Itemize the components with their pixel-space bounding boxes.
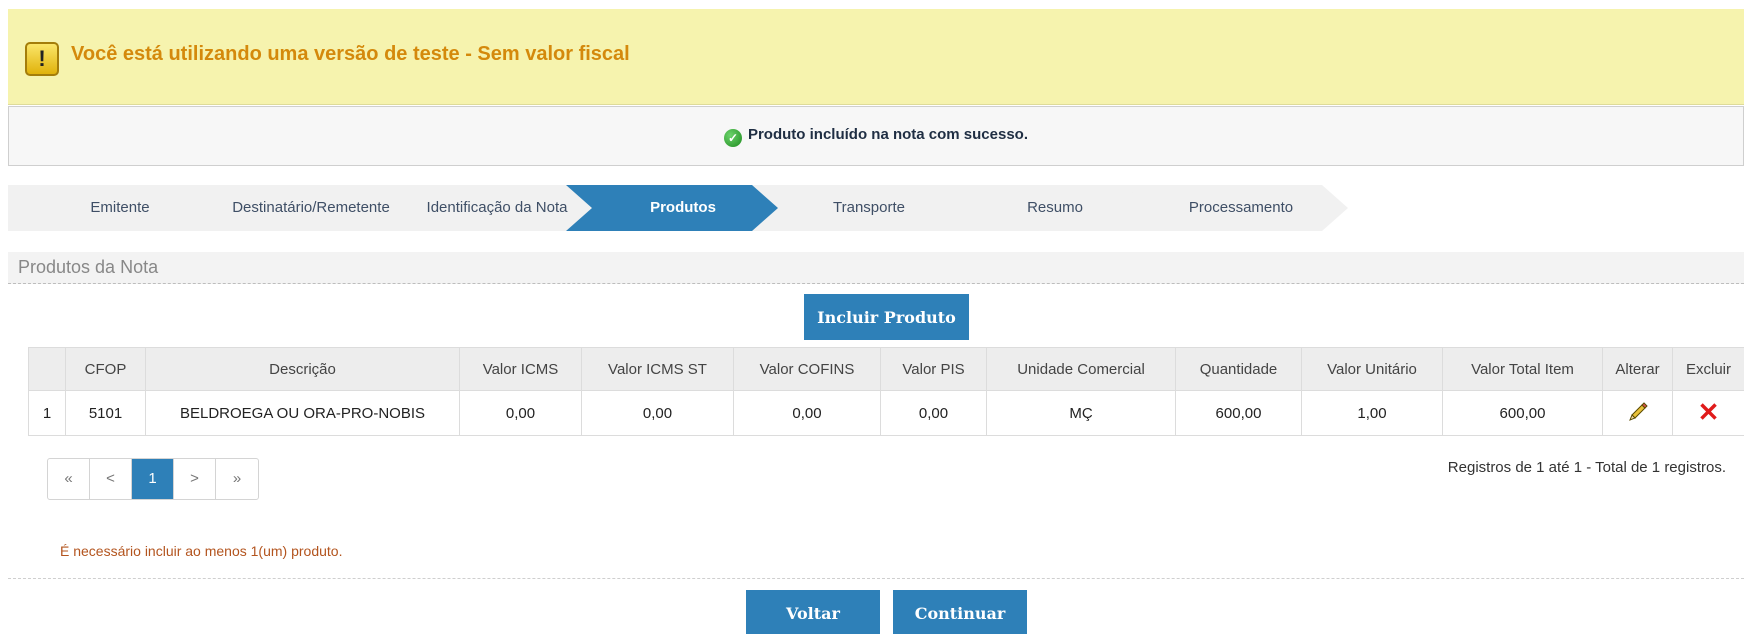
success-notification: ✓ Produto incluído na nota com sucesso. xyxy=(8,106,1744,166)
incluir-produto-button[interactable]: Incluir Produto xyxy=(804,294,969,340)
header-unidade-comercial: Unidade Comercial xyxy=(987,348,1176,391)
header-cfop: CFOP xyxy=(66,348,146,391)
cell-valor-cofins: 0,00 xyxy=(734,391,881,436)
table-row: 1 5101 BELDROEGA OU ORA-PRO-NOBIS 0,00 0… xyxy=(29,391,1744,436)
pagination-current[interactable]: 1 xyxy=(132,459,174,499)
header-valor-cofins: Valor COFINS xyxy=(734,348,881,391)
check-circle-icon: ✓ xyxy=(724,129,742,147)
exclamation-icon: ! xyxy=(25,42,59,76)
cell-unidade: MÇ xyxy=(987,391,1176,436)
cell-index: 1 xyxy=(29,391,66,436)
cell-valor-unitario: 1,00 xyxy=(1302,391,1443,436)
pagination-first[interactable]: « xyxy=(48,459,90,499)
cell-quantidade: 600,00 xyxy=(1176,391,1302,436)
wizard-steps: Emitente Destinatário/Remetente Identifi… xyxy=(8,185,1488,231)
cell-valor-pis: 0,00 xyxy=(881,391,987,436)
table-header-row: CFOP Descrição Valor ICMS Valor ICMS ST … xyxy=(29,348,1744,391)
records-info: Registros de 1 até 1 - Total de 1 regist… xyxy=(1448,459,1726,476)
cell-valor-total: 600,00 xyxy=(1443,391,1603,436)
step-destinatario[interactable]: Destinatário/Remetente xyxy=(194,185,418,231)
cell-valor-icms-st: 0,00 xyxy=(582,391,734,436)
divider xyxy=(8,578,1744,579)
header-valor-icms-st: Valor ICMS ST xyxy=(582,348,734,391)
header-valor-total-item: Valor Total Item xyxy=(1443,348,1603,391)
header-quantidade: Quantidade xyxy=(1176,348,1302,391)
header-excluir: Excluir xyxy=(1673,348,1744,391)
header-valor-pis: Valor PIS xyxy=(881,348,987,391)
step-identificacao[interactable]: Identificação da Nota xyxy=(380,185,604,231)
step-emitente[interactable]: Emitente xyxy=(8,185,232,231)
header-descricao: Descrição xyxy=(146,348,460,391)
section-title: Produtos da Nota xyxy=(8,252,1744,284)
cell-valor-icms: 0,00 xyxy=(460,391,582,436)
header-valor-unitario: Valor Unitário xyxy=(1302,348,1443,391)
cell-alterar xyxy=(1603,391,1673,436)
pagination: « < 1 > » xyxy=(47,458,259,500)
warning-banner: ! Você está utilizando uma versão de tes… xyxy=(8,9,1744,105)
step-transporte[interactable]: Transporte xyxy=(752,185,976,231)
validation-error: É necessário incluir ao menos 1(um) prod… xyxy=(60,543,342,559)
header-index xyxy=(29,348,66,391)
step-processamento[interactable]: Processamento xyxy=(1124,185,1348,231)
cell-excluir: ✕ xyxy=(1673,391,1744,436)
pagination-next[interactable]: > xyxy=(174,459,216,499)
success-text: Produto incluído na nota com sucesso. xyxy=(748,126,1028,143)
pagination-last[interactable]: » xyxy=(216,459,258,499)
header-alterar: Alterar xyxy=(1603,348,1673,391)
step-produtos[interactable]: Produtos xyxy=(566,185,790,231)
cell-descricao: BELDROEGA OU ORA-PRO-NOBIS xyxy=(146,391,460,436)
products-table: CFOP Descrição Valor ICMS Valor ICMS ST … xyxy=(28,347,1744,436)
header-valor-icms: Valor ICMS xyxy=(460,348,582,391)
continuar-button[interactable]: Continuar xyxy=(893,590,1027,634)
pagination-prev[interactable]: < xyxy=(90,459,132,499)
warning-text: Você está utilizando uma versão de teste… xyxy=(71,43,630,66)
pencil-icon[interactable] xyxy=(1627,400,1649,422)
step-resumo[interactable]: Resumo xyxy=(938,185,1162,231)
cell-cfop: 5101 xyxy=(66,391,146,436)
voltar-button[interactable]: Voltar xyxy=(746,590,880,634)
delete-x-icon[interactable]: ✕ xyxy=(1698,401,1720,423)
